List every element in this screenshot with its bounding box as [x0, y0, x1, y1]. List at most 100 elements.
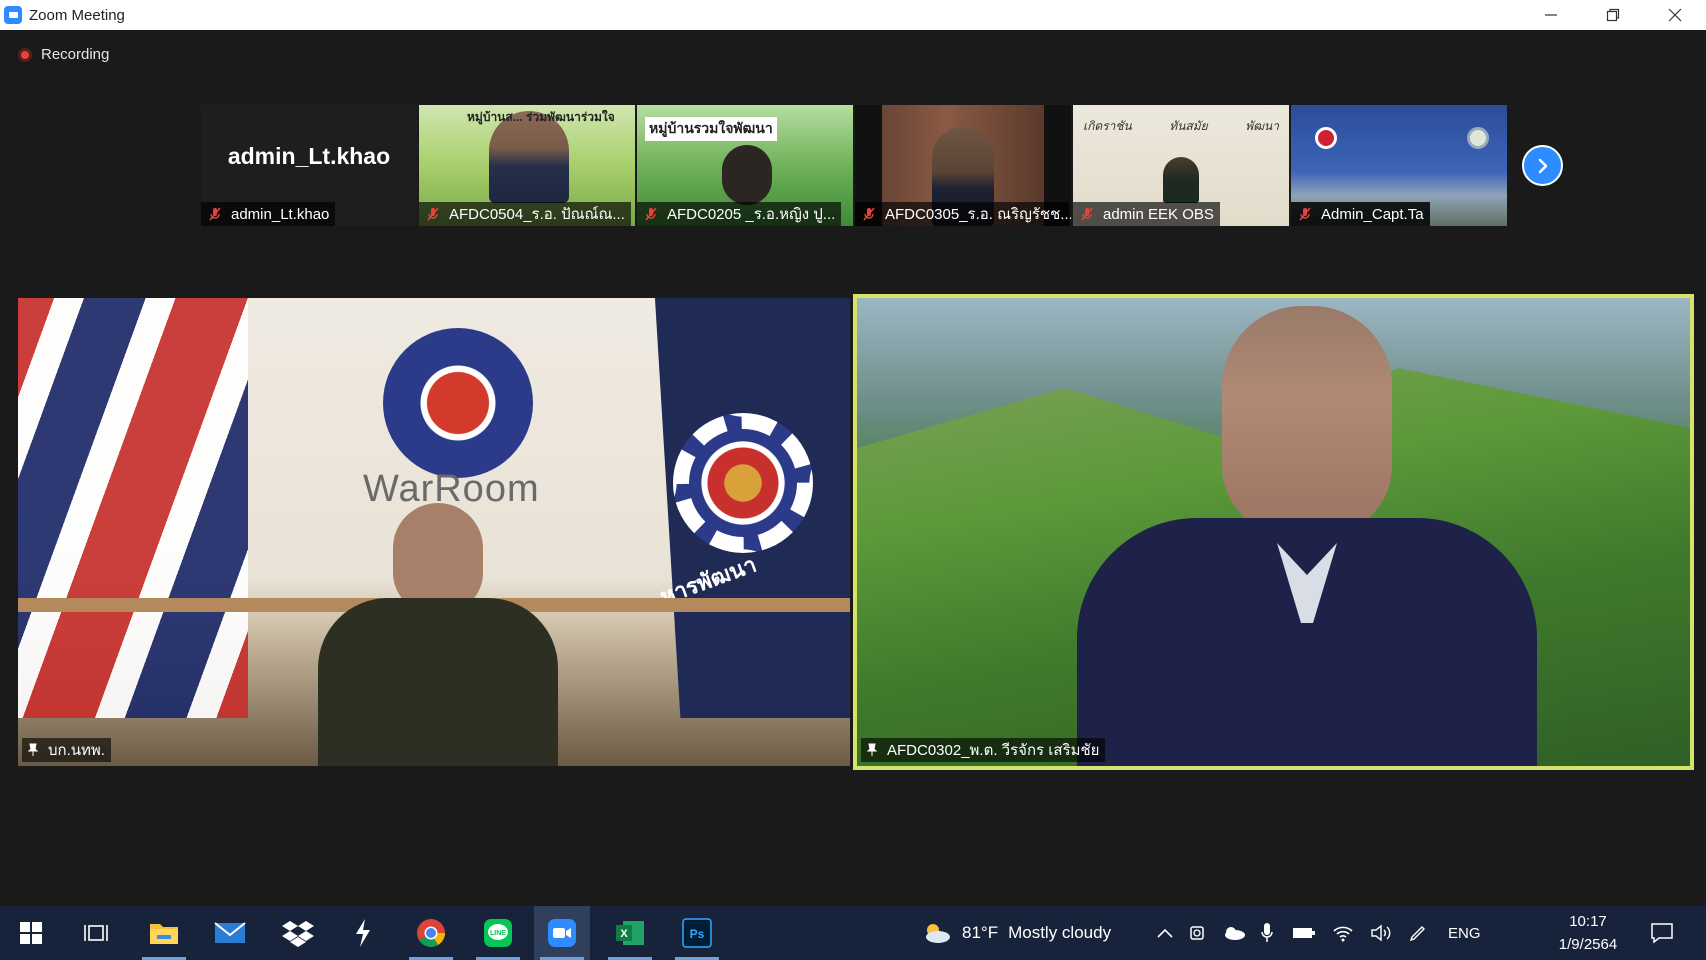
restore-button[interactable] [1582, 0, 1644, 30]
photoshop-icon: Ps [682, 918, 712, 948]
wifi-icon[interactable] [1332, 924, 1354, 942]
virtual-background-text: เกิดราชัน ทันสมัย พัฒนา [1083, 119, 1279, 133]
participant-name: Admin_Capt.Ta [1321, 205, 1424, 223]
pin-icon [27, 743, 39, 756]
clock-date: 1/9/2564 [1558, 936, 1618, 953]
participant-name-bar: AFDC0504_ร.อ. ปัณณ์ณ... [419, 202, 631, 226]
chrome-button[interactable] [403, 906, 459, 960]
participant-name-bar: Admin_Capt.Ta [1291, 202, 1430, 226]
chrome-icon [417, 919, 445, 947]
notifications-button[interactable] [1650, 906, 1674, 960]
virtual-background-text: หมู่บ้านส... ร่วมพัฒนาร่วมใจ [467, 110, 615, 124]
video-feed [722, 145, 772, 205]
task-view-button[interactable] [68, 906, 124, 960]
participant-name: บก.นทพ. [48, 742, 105, 759]
video-feed [1077, 298, 1537, 766]
participant-name-bar: AFDC0305_ร.อ. ณริญรัชช... [855, 202, 1071, 226]
line-button[interactable]: LINE [470, 906, 526, 960]
participant-name: AFDC0504_ร.อ. ปัณณ์ณ... [449, 206, 625, 223]
windows-start-button[interactable] [3, 906, 59, 960]
org-logo-icon [1467, 127, 1489, 149]
mic-muted-icon [1299, 207, 1311, 221]
participant-name-bar: admin_Lt.khao [201, 202, 336, 226]
participant-thumb[interactable]: หมู่บ้านส... ร่วมพัฒนาร่วมใจ AFDC0504_ร.… [419, 105, 635, 226]
participant-name: admin_Lt.khao [231, 205, 330, 223]
participant-name: AFDC0305_ร.อ. ณริญรัชช... [885, 206, 1071, 223]
participant-name: AFDC0302_พ.ต. วีรจักร เสริมชัย [887, 742, 1100, 759]
mic-muted-icon [863, 207, 875, 221]
participant-display-name: admin_Lt.khao [227, 143, 391, 169]
lightning-app-button[interactable] [335, 906, 391, 960]
zoom-app-icon [4, 6, 22, 24]
svg-text:LINE: LINE [490, 930, 506, 937]
recording-dot-icon [18, 47, 32, 62]
next-page-button[interactable] [1522, 145, 1563, 186]
weather-widget[interactable]: 81°F Mostly cloudy [922, 906, 1111, 960]
minimize-icon [1545, 14, 1557, 16]
video-feed [318, 503, 558, 766]
svg-text:Ps: Ps [690, 927, 705, 941]
participant-thumb[interactable]: เกิดราชัน ทันสมัย พัฒนา admin EEK OBS [1073, 105, 1289, 226]
taskbar-clock[interactable]: 10:17 1/9/2564 [1540, 910, 1636, 956]
recording-indicator[interactable]: Recording [18, 46, 109, 63]
org-emblem-icon [383, 328, 533, 478]
svg-text:X: X [620, 928, 628, 940]
notification-icon [1651, 923, 1673, 944]
task-view-icon [84, 925, 108, 941]
photoshop-button[interactable]: Ps [669, 906, 725, 960]
onedrive-icon[interactable] [1222, 925, 1246, 941]
participant-thumb[interactable]: Admin_Capt.Ta [1291, 105, 1507, 226]
window-title: Zoom Meeting [29, 6, 125, 24]
mic-muted-icon [427, 207, 439, 221]
line-icon: LINE [484, 919, 512, 947]
video-feed [1163, 157, 1199, 203]
file-explorer-button[interactable] [136, 906, 192, 960]
participant-name-bar: AFDC0205 _ร.อ.หญิง ปู... [637, 202, 842, 226]
zoom-taskbar-button[interactable] [534, 906, 590, 960]
mic-muted-icon [1081, 207, 1093, 221]
main-video-tile[interactable]: WarRoom หารพัฒนา บก.นทพ. [18, 298, 850, 766]
meet-now-icon[interactable] [1188, 922, 1208, 944]
close-icon [1668, 8, 1682, 22]
chevron-right-icon [1538, 158, 1547, 173]
recording-label: Recording [41, 46, 110, 63]
virtual-background-text: หมู่บ้านรวมใจพัฒนา [645, 117, 777, 141]
participant-thumb[interactable]: AFDC0305_ร.อ. ณริญรัชช... [855, 105, 1071, 226]
mail-icon [214, 922, 246, 943]
mail-button[interactable] [202, 906, 258, 960]
flag-image [18, 298, 248, 718]
excel-button[interactable]: X [602, 906, 658, 960]
participant-label: บก.นทพ. [22, 738, 111, 762]
mic-muted-icon [645, 207, 657, 221]
org-emblem-icon [673, 413, 813, 553]
dropbox-icon [282, 921, 314, 947]
restore-icon [1606, 8, 1620, 22]
minimize-button[interactable] [1520, 0, 1582, 30]
participant-name: admin EEK OBS [1103, 205, 1214, 223]
pin-icon [866, 743, 878, 756]
mic-muted-icon [209, 207, 221, 221]
microphone-icon[interactable] [1260, 922, 1274, 944]
lightning-app-icon [356, 919, 370, 947]
cloudy-weather-icon [926, 924, 950, 943]
participant-thumb[interactable]: admin_Lt.khao admin_Lt.khao [201, 105, 417, 226]
excel-icon: X [616, 921, 644, 945]
language-indicator[interactable]: ENG [1448, 925, 1481, 942]
chevron-up-icon[interactable] [1156, 926, 1174, 940]
participant-label: AFDC0302_พ.ต. วีรจักร เสริมชัย [861, 738, 1106, 762]
zoom-icon [548, 919, 576, 947]
participant-thumb[interactable]: หมู่บ้านรวมใจพัฒนา AFDC0205 _ร.อ.หญิง ปู… [637, 105, 853, 226]
system-tray-icons: ENG [1152, 906, 1481, 960]
file-explorer-icon [150, 924, 178, 944]
org-logo-icon [1315, 127, 1337, 149]
participant-name-bar: admin EEK OBS [1073, 202, 1220, 226]
pen-icon[interactable] [1408, 923, 1428, 943]
volume-icon[interactable] [1370, 924, 1392, 942]
weather-temp: 81°F [962, 923, 999, 942]
close-button[interactable] [1644, 0, 1706, 30]
battery-icon[interactable] [1292, 926, 1316, 940]
weather-condition: Mostly cloudy [1008, 923, 1112, 942]
participant-name: AFDC0205 _ร.อ.หญิง ปู... [667, 206, 836, 223]
dropbox-button[interactable] [270, 906, 326, 960]
main-video-tile-active-speaker[interactable]: AFDC0302_พ.ต. วีรจักร เสริมชัย [853, 294, 1694, 770]
